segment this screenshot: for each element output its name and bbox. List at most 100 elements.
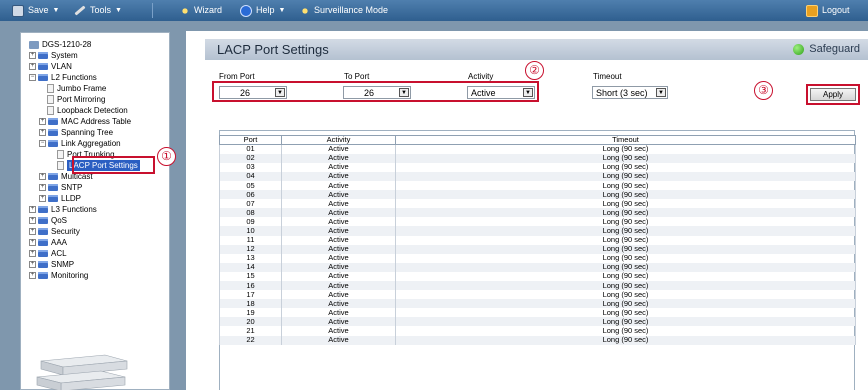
surveillance-mode-button[interactable]: Surveillance Mode [300,0,388,21]
table-row: 18 Active Long (90 sec) [219,299,856,309]
tree-item-sntp[interactable]: + SNTP [39,182,82,193]
activity-select[interactable]: Active ▼ [467,86,535,99]
page-icon [57,161,64,170]
timeout-cell: Long (90 sec) [395,299,856,309]
collapse-icon[interactable]: − [39,140,46,147]
expand-icon[interactable]: + [29,217,36,224]
tree-item-lldp[interactable]: + LLDP [39,193,81,204]
logout-button[interactable]: Logout [806,0,850,21]
activity-cell: Active [281,190,396,200]
tree-item-label: Link Aggregation [61,139,121,148]
from-port-select[interactable]: 26 ▼ [219,86,287,99]
expand-icon[interactable]: + [29,239,36,246]
tree-item-monitoring[interactable]: + Monitoring [29,270,88,281]
expand-icon[interactable]: + [29,250,36,257]
tree-item-mac-address-table[interactable]: + MAC Address Table [39,116,131,127]
tree-item-jumbo-frame[interactable]: Jumbo Frame [47,83,106,94]
port-cell: 22 [219,335,282,345]
table-row: 04 Active Long (90 sec) [219,171,856,181]
navigation-tree: DGS-1210-28 + System + VLAN − L2 Functions … [20,32,170,390]
activity-cell: Active [281,171,396,181]
tree-item-qos[interactable]: + QoS [29,215,67,226]
safeguard-label: Safeguard [809,43,860,55]
apply-button[interactable]: Apply [810,88,856,101]
activity-label: Activity [468,72,494,81]
tree-item-security[interactable]: + Security [29,226,80,237]
port-cell: 06 [219,190,282,200]
page-icon [47,84,54,93]
table-row: 05 Active Long (90 sec) [219,180,856,191]
activity-cell: Active [281,308,396,318]
save-icon [12,4,24,17]
expand-icon[interactable]: + [29,52,36,59]
expand-icon[interactable]: + [39,184,46,191]
toolbar-divider [152,3,153,18]
expand-icon[interactable]: + [39,173,46,180]
tree-item-aaa[interactable]: + AAA [29,237,67,248]
table-row: 12 Active Long (90 sec) [219,244,856,254]
tree-item-l2-functions[interactable]: − L2 Functions [29,72,97,83]
folder-icon [38,250,48,257]
tree-item-label: L2 Functions [51,73,97,82]
col-header-activity: Activity [281,134,396,146]
tree-item-port-mirroring[interactable]: Port Mirroring [47,94,105,105]
tree-item-snmp[interactable]: + SNMP [29,259,74,270]
expand-icon[interactable]: + [29,63,36,70]
table-row: 14 Active Long (90 sec) [219,262,856,272]
from-port-label: From Port [219,72,255,81]
tree-item-label: MAC Address Table [61,117,132,126]
tree-item-label: Spanning Tree [61,128,114,137]
expand-icon[interactable]: + [29,261,36,268]
step-marker-3: ③ [754,81,773,100]
table-row: 16 Active Long (90 sec) [219,281,856,291]
table-row: 17 Active Long (90 sec) [219,290,856,300]
tree-root-label: DGS-1210-28 [42,40,92,49]
collapse-icon[interactable]: − [29,74,36,81]
tree-item-label: Security [51,227,80,236]
table-row: 13 Active Long (90 sec) [219,253,856,263]
tree-item-loopback-detection[interactable]: Loopback Detection [47,105,128,116]
activity-cell: Active [281,199,396,209]
timeout-cell: Long (90 sec) [395,180,856,191]
expand-icon[interactable]: + [39,195,46,202]
table-row: 19 Active Long (90 sec) [219,308,856,318]
tree-item-system[interactable]: + System [29,50,78,61]
folder-icon [38,52,48,59]
to-port-select[interactable]: 26 ▼ [343,86,411,99]
timeout-select[interactable]: Short (3 sec) ▼ [592,86,668,99]
help-menu[interactable]: Help ▼ [240,0,285,21]
tools-menu[interactable]: Tools ▼ [74,0,122,21]
folder-icon [38,261,48,268]
folder-icon [38,272,48,279]
col-header-port: Port [219,134,282,146]
tree-item-vlan[interactable]: + VLAN [29,61,72,72]
table-row: 07 Active Long (90 sec) [219,199,856,209]
tree-item-spanning-tree[interactable]: + Spanning Tree [39,127,113,138]
expand-icon[interactable]: + [29,272,36,279]
folder-icon [48,129,58,136]
save-menu[interactable]: Save ▼ [12,0,59,21]
tree-item-l3-functions[interactable]: + L3 Functions [29,204,97,215]
timeout-cell: Long (90 sec) [395,199,856,209]
expand-icon[interactable]: + [29,206,36,213]
wizard-button[interactable]: Wizard [180,0,222,21]
timeout-cell: Long (90 sec) [395,335,856,345]
expand-icon[interactable]: + [39,118,46,125]
tree-item-label: AAA [51,238,68,247]
table-row: 06 Active Long (90 sec) [219,190,856,200]
tree-root[interactable]: DGS-1210-28 [29,39,91,50]
from-port-value: 26 [240,88,251,98]
help-icon [240,4,252,17]
top-toolbar: Save ▼ Tools ▼ Wizard Help ▼ Surveillanc… [0,0,868,21]
page-icon [47,95,54,104]
tree-item-acl[interactable]: + ACL [29,248,67,259]
folder-icon [48,184,58,191]
folder-icon [48,173,58,180]
tree-item-link-aggregation[interactable]: − Link Aggregation [39,138,121,149]
chevron-down-icon: ▼ [656,88,666,97]
folder-icon [38,228,48,235]
activity-cell: Active [281,335,396,345]
expand-icon[interactable]: + [39,129,46,136]
expand-icon[interactable]: + [29,228,36,235]
port-cell: 19 [219,308,282,318]
